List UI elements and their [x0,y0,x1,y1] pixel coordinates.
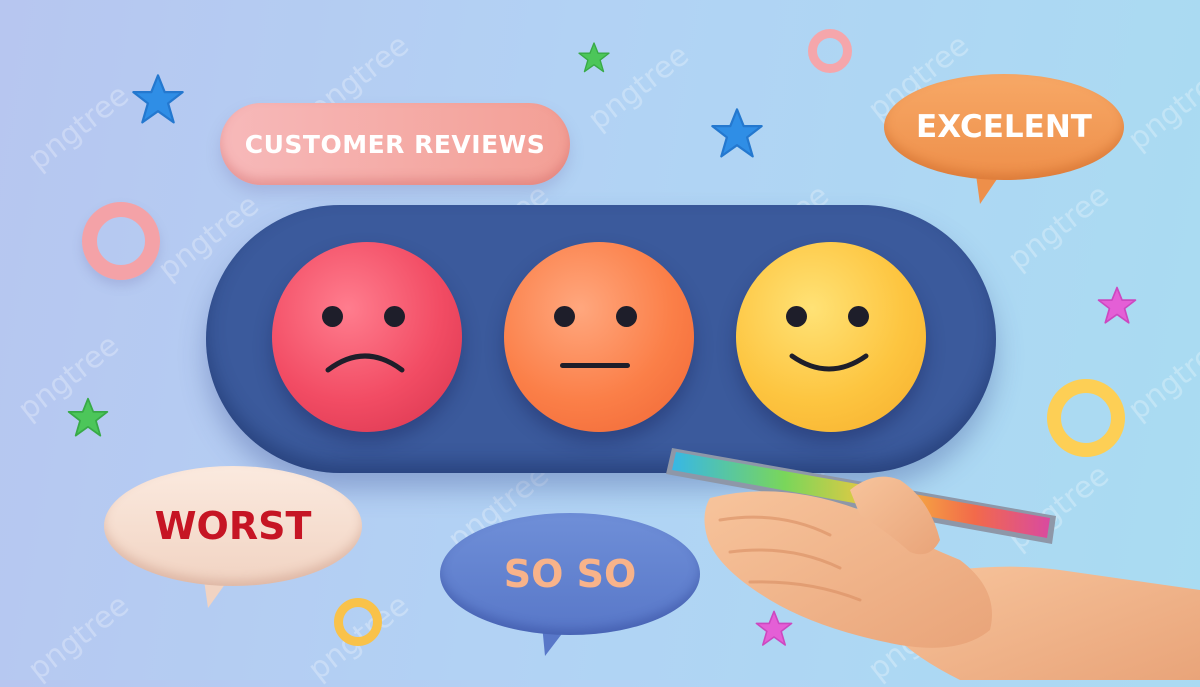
left-eye [322,306,343,327]
smile-mouth [789,353,869,372]
left-eye [786,306,807,327]
customer-reviews-banner: CUSTOMER REVIEWS [220,103,570,185]
blue-star-icon [711,108,763,158]
sad-face-button[interactable] [272,242,462,432]
right-eye [384,306,405,327]
watermark-1: pngtree [21,77,136,178]
watermark-19: pngtree [21,587,136,687]
pink-ring-icon [82,202,160,280]
green-star-icon [67,397,109,437]
pink-ring-icon [808,29,852,73]
yellow-ring-icon [334,598,382,646]
worst-label: WORST [154,504,312,548]
right-eye [616,306,637,327]
soso-label: SO SO [503,552,637,596]
neutral-face-button[interactable] [504,242,694,432]
flat-mouth [560,363,630,368]
excelent-bubble: EXCELENT [884,74,1124,180]
excelent-label: EXCELENT [916,109,1092,145]
watermark-5: pngtree [1121,57,1200,158]
happy-face-button[interactable] [736,242,926,432]
green-star-icon [578,42,610,73]
blue-star-icon [132,74,184,124]
frown-mouth [325,353,405,373]
banner-title: CUSTOMER REVIEWS [244,129,546,159]
worst-bubble: WORST [104,466,362,586]
hand-holding-phone-icon [666,448,1200,680]
pink-star-icon [1097,286,1137,324]
watermark-14: pngtree [1121,327,1200,428]
right-eye [848,306,869,327]
left-eye [554,306,575,327]
